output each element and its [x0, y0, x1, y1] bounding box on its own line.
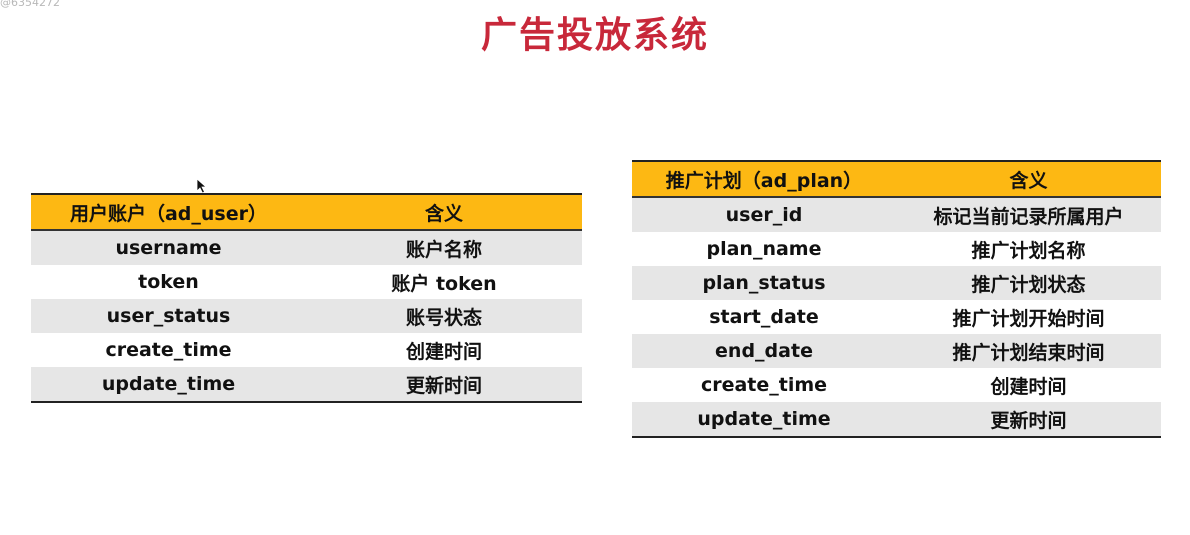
- column-header: 含义: [896, 161, 1161, 198]
- field-name-cell: username: [115, 237, 222, 259]
- field-meaning-cell: 创建时间: [990, 375, 1067, 398]
- table-row: update_time 更新时间: [632, 402, 1161, 437]
- field-meaning-cell: 推广计划名称: [971, 239, 1086, 262]
- field-name-cell: end_date: [715, 340, 813, 362]
- table-row: end_date 推广计划结束时间: [632, 334, 1161, 368]
- field-meaning-cell: 创建时间: [405, 340, 482, 363]
- field-name-cell: update_time: [697, 408, 831, 430]
- field-name-cell: create_time: [700, 374, 828, 396]
- table-row: create_time 创建时间: [31, 333, 582, 367]
- field-meaning-cell: 更新时间: [405, 374, 482, 397]
- field-name-cell: plan_name: [706, 238, 822, 260]
- field-meaning-cell: 账户名称: [405, 238, 482, 261]
- field-meaning-cell: 推广计划开始时间: [952, 307, 1105, 330]
- field-name-cell: user_status: [106, 305, 231, 327]
- table-row: plan_status 推广计划状态: [632, 266, 1161, 300]
- table-row: start_date 推广计划开始时间: [632, 300, 1161, 334]
- field-meaning-cell: 推广计划状态: [971, 273, 1086, 296]
- table-row: create_time 创建时间: [632, 368, 1161, 402]
- field-name-cell: token: [138, 271, 199, 293]
- table-row: user_id 标记当前记录所属用户: [632, 197, 1161, 232]
- field-name-cell: plan_status: [702, 272, 826, 294]
- field-meaning-cell: 账户 token: [391, 272, 497, 295]
- table-header-row: 用户账户（ad_user） 含义: [31, 194, 582, 231]
- field-meaning-cell: 更新时间: [990, 409, 1067, 432]
- ad-user-table: 用户账户（ad_user） 含义 username 账户名称 token 账户 …: [31, 193, 582, 403]
- table-header-row: 推广计划（ad_plan） 含义: [632, 161, 1161, 198]
- column-header: 含义: [306, 194, 582, 231]
- field-meaning-cell: 账号状态: [405, 306, 482, 329]
- field-meaning-cell: 标记当前记录所属用户: [933, 205, 1124, 228]
- column-header: 推广计划（ad_plan）: [632, 161, 896, 198]
- field-name-cell: create_time: [105, 339, 232, 361]
- table-row: token 账户 token: [31, 265, 582, 299]
- column-header: 用户账户（ad_user）: [31, 194, 306, 231]
- table-row: update_time 更新时间: [31, 367, 582, 402]
- mouse-cursor-icon: [196, 178, 208, 194]
- table-row: plan_name 推广计划名称: [632, 232, 1161, 266]
- field-name-cell: user_id: [725, 204, 803, 226]
- field-name-cell: update_time: [101, 373, 236, 395]
- slide-title: 广告投放系统: [480, 15, 709, 56]
- table-row: user_status 账号状态: [31, 299, 582, 333]
- table-row: username 账户名称: [31, 230, 582, 265]
- field-meaning-cell: 推广计划结束时间: [952, 341, 1105, 364]
- ad-plan-table: 推广计划（ad_plan） 含义 user_id 标记当前记录所属用户 plan…: [632, 160, 1161, 438]
- field-name-cell: start_date: [709, 306, 819, 328]
